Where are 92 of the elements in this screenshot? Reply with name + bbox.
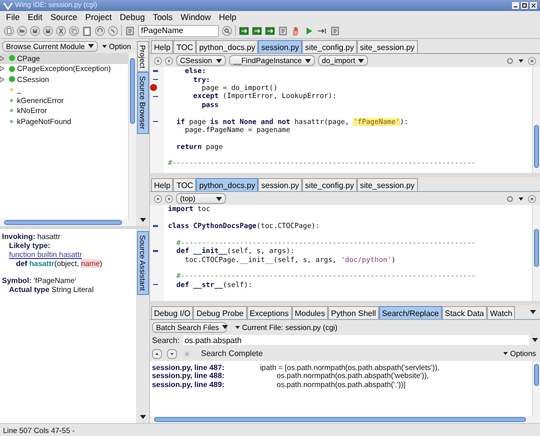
- scissors-icon[interactable]: [56, 26, 66, 36]
- menu-item[interactable]: Window: [176, 12, 215, 22]
- folder-icon[interactable]: [17, 26, 27, 36]
- tab[interactable]: Debug I/O: [151, 306, 194, 319]
- expander-icon[interactable]: [0, 66, 4, 72]
- hand-icon[interactable]: [291, 26, 301, 36]
- page-icon[interactable]: [278, 26, 288, 36]
- caret-icon: [102, 44, 107, 48]
- menu-item[interactable]: Debug: [116, 12, 149, 22]
- forward-icon[interactable]: [165, 56, 173, 64]
- scrollbar[interactable]: [0, 219, 136, 226]
- disk-icon[interactable]: [30, 26, 40, 36]
- scrollbar[interactable]: [532, 361, 540, 416]
- arrow-icon[interactable]: [265, 26, 275, 36]
- tab[interactable]: site_config.py: [302, 178, 357, 191]
- expander-icon[interactable]: [0, 76, 4, 82]
- app-icon: [3, 2, 13, 10]
- scrollbar[interactable]: [532, 205, 540, 301]
- tab[interactable]: python_docs.py: [196, 178, 258, 191]
- tab[interactable]: Help: [151, 178, 174, 191]
- maximize-icon[interactable]: [521, 2, 528, 9]
- search-label: Search:: [152, 336, 180, 344]
- close-icon[interactable]: [528, 56, 536, 64]
- disk-icon[interactable]: [43, 26, 53, 36]
- document-icon[interactable]: [4, 26, 14, 36]
- arrow-icon[interactable]: [252, 26, 262, 36]
- menu-item[interactable]: Tools: [148, 12, 177, 22]
- menu-item[interactable]: File: [2, 12, 24, 22]
- caret-icon[interactable]: [517, 194, 525, 202]
- fold-marker[interactable]: [153, 284, 158, 286]
- tab[interactable]: site_config.py: [302, 40, 357, 53]
- breakpoint-icon[interactable]: [150, 84, 157, 92]
- close-icon[interactable]: [528, 194, 536, 202]
- tab[interactable]: session.py: [258, 40, 302, 53]
- back-icon[interactable]: [154, 56, 162, 64]
- scrollbar[interactable]: [150, 416, 540, 423]
- caret-icon[interactable]: [530, 310, 536, 314]
- fold-marker[interactable]: [153, 78, 158, 80]
- fold-marker[interactable]: [153, 120, 158, 122]
- caret-icon: [235, 326, 240, 328]
- tab[interactable]: site_session.py: [356, 40, 418, 53]
- tab[interactable]: site_session.py: [356, 178, 418, 191]
- caret-icon: [222, 325, 228, 329]
- fold-marker[interactable]: [153, 96, 158, 98]
- caret-icon: [88, 44, 94, 48]
- tab[interactable]: TOC: [173, 40, 196, 53]
- tab[interactable]: Python Shell: [328, 306, 379, 319]
- caret-icon[interactable]: [140, 415, 146, 419]
- step-icon[interactable]: [317, 26, 327, 36]
- menu-item[interactable]: Source: [46, 12, 82, 22]
- clipboard-icon[interactable]: [82, 26, 92, 36]
- fold-marker[interactable]: [153, 250, 158, 252]
- tab[interactable]: Help: [151, 40, 174, 53]
- search-icon[interactable]: [222, 26, 232, 36]
- expander-icon[interactable]: [0, 56, 4, 61]
- search-status: Search Complete: [201, 349, 263, 358]
- search-input[interactable]: os.path.abspath: [182, 335, 529, 345]
- tab[interactable]: Modules: [292, 306, 328, 319]
- caret-icon[interactable]: [517, 56, 525, 64]
- menu-item[interactable]: Edit: [24, 12, 46, 22]
- caret-icon: [358, 58, 364, 62]
- fold-marker[interactable]: [153, 225, 158, 227]
- caret-icon: [216, 58, 222, 62]
- previous-icon[interactable]: [152, 348, 162, 358]
- caret-icon: [503, 352, 508, 355]
- tab[interactable]: Search/Replace: [378, 306, 442, 319]
- menu-item[interactable]: Help: [214, 12, 240, 22]
- back-icon[interactable]: [154, 194, 162, 202]
- page-icon[interactable]: [330, 26, 340, 36]
- undo-icon[interactable]: [95, 26, 105, 36]
- tab[interactable]: Debug Probe: [193, 306, 247, 319]
- caret-icon: [304, 58, 311, 62]
- caret-icon[interactable]: [140, 218, 146, 222]
- caret-icon: [216, 196, 222, 200]
- scrollbar[interactable]: [128, 53, 136, 219]
- page-icon[interactable]: [125, 26, 135, 36]
- tab[interactable]: TOC: [173, 178, 196, 191]
- tab[interactable]: Exceptions: [246, 306, 292, 319]
- menu-item[interactable]: Project: [81, 12, 116, 22]
- arrow-icon[interactable]: [239, 26, 249, 36]
- caret-icon[interactable]: [532, 338, 538, 342]
- search-field[interactable]: fPageName: [138, 24, 219, 36]
- tab[interactable]: python_docs.py: [196, 40, 258, 53]
- next-icon[interactable]: [167, 348, 177, 358]
- close-icon[interactable]: [530, 2, 537, 9]
- scrollbar[interactable]: [532, 67, 540, 173]
- tab[interactable]: session.py: [258, 178, 302, 191]
- fold-marker[interactable]: [153, 70, 158, 72]
- tab[interactable]: Stack Data: [442, 306, 487, 319]
- minimize-icon[interactable]: [512, 2, 519, 9]
- forward-icon[interactable]: [165, 194, 173, 202]
- tab[interactable]: Watch: [487, 306, 516, 319]
